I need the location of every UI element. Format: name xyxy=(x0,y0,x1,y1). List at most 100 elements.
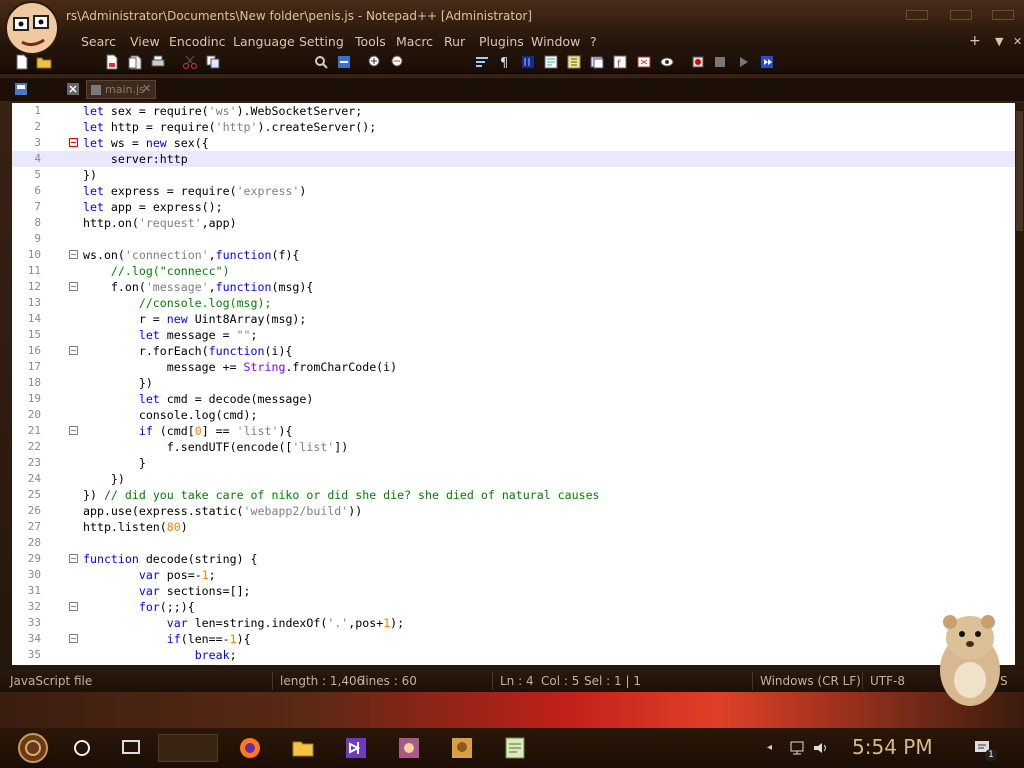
menu-window[interactable]: Window xyxy=(531,34,580,49)
firefox-icon[interactable] xyxy=(238,736,262,760)
menu-macro[interactable]: Macrc xyxy=(396,34,433,49)
replace-icon[interactable] xyxy=(336,54,352,70)
show-hidden-icons-icon[interactable]: ◂ xyxy=(767,742,772,753)
code-line[interactable]: 16 r.forEach(function(i){ xyxy=(12,343,1015,359)
folder-workspace-icon[interactable] xyxy=(589,54,605,70)
code-line[interactable]: 6 let express = require('express') xyxy=(12,183,1015,199)
fold-toggle-icon[interactable] xyxy=(69,138,78,147)
fold-toggle-icon[interactable] xyxy=(69,634,78,643)
close-doc-x-icon[interactable] xyxy=(66,82,80,96)
code-line[interactable]: 31 var sections=[]; xyxy=(12,583,1015,599)
title-bar[interactable]: rs\Administrator\Documents\New folder\pe… xyxy=(0,0,1024,32)
code-line[interactable]: 27 http.listen(80) xyxy=(12,519,1015,535)
code-line[interactable]: 5}) xyxy=(12,167,1015,183)
fold-toggle-icon[interactable] xyxy=(69,602,78,611)
start-button-icon[interactable] xyxy=(12,732,54,764)
game-app-icon[interactable] xyxy=(397,736,421,760)
scrollbar-thumb[interactable] xyxy=(1016,111,1023,231)
code-line[interactable]: 10 ws.on('connection',function(f){ xyxy=(12,247,1015,263)
save-icon[interactable] xyxy=(104,54,120,70)
print-icon[interactable] xyxy=(150,54,166,70)
volume-icon[interactable] xyxy=(812,740,830,756)
monitoring-icon[interactable]: f xyxy=(612,54,628,70)
code-line[interactable]: 3 let ws = new sex({ xyxy=(12,135,1015,151)
copy-icon[interactable] xyxy=(205,54,221,70)
menu-view[interactable]: View xyxy=(130,34,160,49)
menu-search[interactable]: Searc xyxy=(81,34,116,49)
task-view-icon[interactable] xyxy=(120,738,142,758)
indent-guide-icon[interactable] xyxy=(520,54,536,70)
taskbar-search-area[interactable] xyxy=(158,734,218,762)
menu-settings[interactable]: Setting xyxy=(299,34,344,49)
file-explorer-icon[interactable] xyxy=(291,736,315,760)
close-doc-icon[interactable]: ✕ xyxy=(1013,35,1022,48)
save-all-icon[interactable] xyxy=(127,54,143,70)
stop-macro-icon[interactable] xyxy=(712,54,728,70)
show-all-chars-icon[interactable]: ¶ xyxy=(497,54,513,70)
word-wrap-icon[interactable] xyxy=(474,54,490,70)
code-editor[interactable]: 1 let sex = require('ws').WebSocketServer… xyxy=(12,103,1015,665)
play-macro-icon[interactable] xyxy=(735,54,751,70)
new-tab-plus-icon[interactable]: + xyxy=(969,33,981,49)
code-line[interactable]: 2 let http = require('http').createServer… xyxy=(12,119,1015,135)
code-line[interactable]: 23 } xyxy=(12,455,1015,471)
code-line[interactable]: 33 var len=string.indexOf('.',pos+1); xyxy=(12,615,1015,631)
code-line[interactable]: 34 if(len==-1){ xyxy=(12,631,1015,647)
code-line[interactable]: 35 break; xyxy=(12,647,1015,663)
code-line[interactable]: 14 r = new Uint8Array(msg); xyxy=(12,311,1015,327)
menu-run[interactable]: Rur xyxy=(444,34,465,49)
code-line[interactable]: 21 if (cmd[0] == 'list'){ xyxy=(12,423,1015,439)
code-line[interactable]: 18 }) xyxy=(12,375,1015,391)
find-icon[interactable] xyxy=(313,54,329,70)
code-line[interactable]: 12 f.on('message',function(msg){ xyxy=(12,279,1015,295)
fold-toggle-icon[interactable] xyxy=(69,282,78,291)
visual-studio-icon[interactable] xyxy=(344,736,368,760)
eye-view-icon[interactable] xyxy=(659,54,675,70)
code-line[interactable]: 20 console.log(cmd); xyxy=(12,407,1015,423)
fold-toggle-icon[interactable] xyxy=(69,554,78,563)
tab-close-icon[interactable]: ✕ xyxy=(142,82,151,95)
fold-toggle-icon[interactable] xyxy=(69,346,78,355)
cut-icon[interactable] xyxy=(182,54,198,70)
code-line[interactable]: 26 app.use(express.static('webapp2/build'… xyxy=(12,503,1015,519)
record-macro-icon[interactable] xyxy=(690,54,706,70)
code-line[interactable]: 8 http.on('request',app) xyxy=(12,215,1015,231)
code-line[interactable]: 24 }) xyxy=(12,471,1015,487)
code-line[interactable]: 4 server:http xyxy=(12,151,1015,167)
network-icon[interactable] xyxy=(788,740,806,756)
code-line[interactable]: 1 let sex = require('ws').WebSocketServer… xyxy=(12,103,1015,119)
menu-tools[interactable]: Tools xyxy=(355,34,386,49)
code-line[interactable]: 25}) // did you take care of niko or did… xyxy=(12,487,1015,503)
run-macro-multiple-icon[interactable] xyxy=(759,54,775,70)
code-line[interactable]: 30 var pos=-1; xyxy=(12,567,1015,583)
fold-toggle-icon[interactable] xyxy=(69,250,78,259)
tab-list-down-icon[interactable]: ▼ xyxy=(995,35,1003,48)
menu-help[interactable]: ? xyxy=(590,34,597,49)
code-line[interactable]: 15 let message = ""; xyxy=(12,327,1015,343)
save-doc-icon[interactable] xyxy=(14,82,28,96)
menu-plugins[interactable]: Plugins xyxy=(479,34,524,49)
cortana-circle-icon[interactable] xyxy=(72,738,92,758)
zoom-in-icon[interactable] xyxy=(367,54,383,70)
notepad-plus-plus-icon[interactable] xyxy=(503,736,527,760)
code-line[interactable]: 29 function decode(string) { xyxy=(12,551,1015,567)
menu-encoding[interactable]: Encodinc xyxy=(169,34,226,49)
menu-language[interactable]: Language xyxy=(233,34,295,49)
code-line[interactable]: 13 //console.log(msg); xyxy=(12,295,1015,311)
media-app-icon[interactable] xyxy=(450,736,474,760)
code-line[interactable]: 22 f.sendUTF(encode(['list']) xyxy=(12,439,1015,455)
close-button[interactable] xyxy=(992,10,1014,20)
vertical-scrollbar[interactable] xyxy=(1015,103,1024,665)
code-line[interactable]: 28 xyxy=(12,535,1015,551)
code-line[interactable]: 9 xyxy=(12,231,1015,247)
code-line[interactable]: 7 let app = express(); xyxy=(12,199,1015,215)
taskbar-clock[interactable]: 5:54 PM xyxy=(852,735,933,759)
zoom-out-icon[interactable] xyxy=(390,54,406,70)
maximize-button[interactable] xyxy=(950,10,972,20)
code-line[interactable]: 32 for(;;){ xyxy=(12,599,1015,615)
document-map-icon[interactable] xyxy=(543,54,559,70)
code-line[interactable]: 11 //.log("connecc") xyxy=(12,263,1015,279)
code-line[interactable]: 19 let cmd = decode(message) xyxy=(12,391,1015,407)
function-list-icon[interactable] xyxy=(566,54,582,70)
code-line[interactable]: 17 message += String.fromCharCode(i) xyxy=(12,359,1015,375)
